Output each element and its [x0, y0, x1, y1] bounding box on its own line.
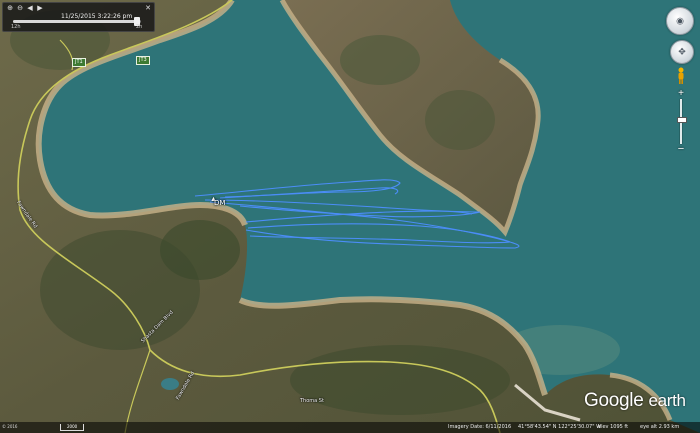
time-slider-panel[interactable]: ⊕ ⊖ ◀ ▶ ✕ 11/25/2015 3:22:26 pm 12h 2h [2, 2, 155, 32]
pan-arrows-icon: ✥ [678, 46, 686, 57]
road-label-mid: Thoma St [300, 398, 324, 404]
zoom-out-button[interactable]: − [676, 144, 686, 155]
google-earth-logo: Google earth [584, 390, 686, 411]
zoom-out-time-icon[interactable]: ⊖ [16, 5, 24, 13]
zoom-in-button[interactable]: + [676, 89, 686, 99]
map-viewport[interactable]: ▲ DM JT1 JT3 Fawndale Rd Shasta Dam Blvd… [0, 0, 700, 433]
time-slider-end-label: 2h [136, 24, 143, 30]
time-slider-fill [13, 20, 138, 23]
time-slider-track[interactable] [13, 17, 141, 26]
close-time-slider-icon[interactable]: ✕ [144, 5, 152, 13]
look-around-control[interactable]: ◉ [666, 7, 694, 35]
cursor-coordinates: 41°58'43.54" N 122°25'30.07" W [518, 424, 602, 430]
street-view-pegman-icon[interactable] [676, 67, 686, 85]
time-slider-start-label: 12h [11, 24, 21, 30]
zoom-slider-thumb[interactable] [677, 117, 687, 124]
step-back-icon[interactable]: ◀ [26, 5, 34, 13]
satellite-terrain [0, 0, 700, 433]
imagery-date: Imagery Date: 6/11/2016 [448, 424, 512, 430]
compass-ring-icon: ◉ [676, 15, 684, 26]
step-forward-icon[interactable]: ▶ [36, 5, 44, 13]
track-label[interactable]: DM [214, 199, 225, 207]
road-shield-jt1: JT1 [72, 58, 86, 67]
elevation-readout: elev 1095 ft [598, 424, 629, 430]
time-slider-date: 11/25/2015 3:22:26 pm [61, 13, 133, 20]
zoom-in-time-icon[interactable]: ⊕ [6, 5, 14, 13]
eye-altitude-readout: eye alt 2.93 km [640, 424, 680, 430]
move-control[interactable]: ✥ [670, 40, 694, 64]
road-shield-jt3: JT3 [136, 56, 150, 65]
scale-label: 2000 [67, 424, 78, 429]
copyright-text: © 2016 [2, 424, 18, 429]
